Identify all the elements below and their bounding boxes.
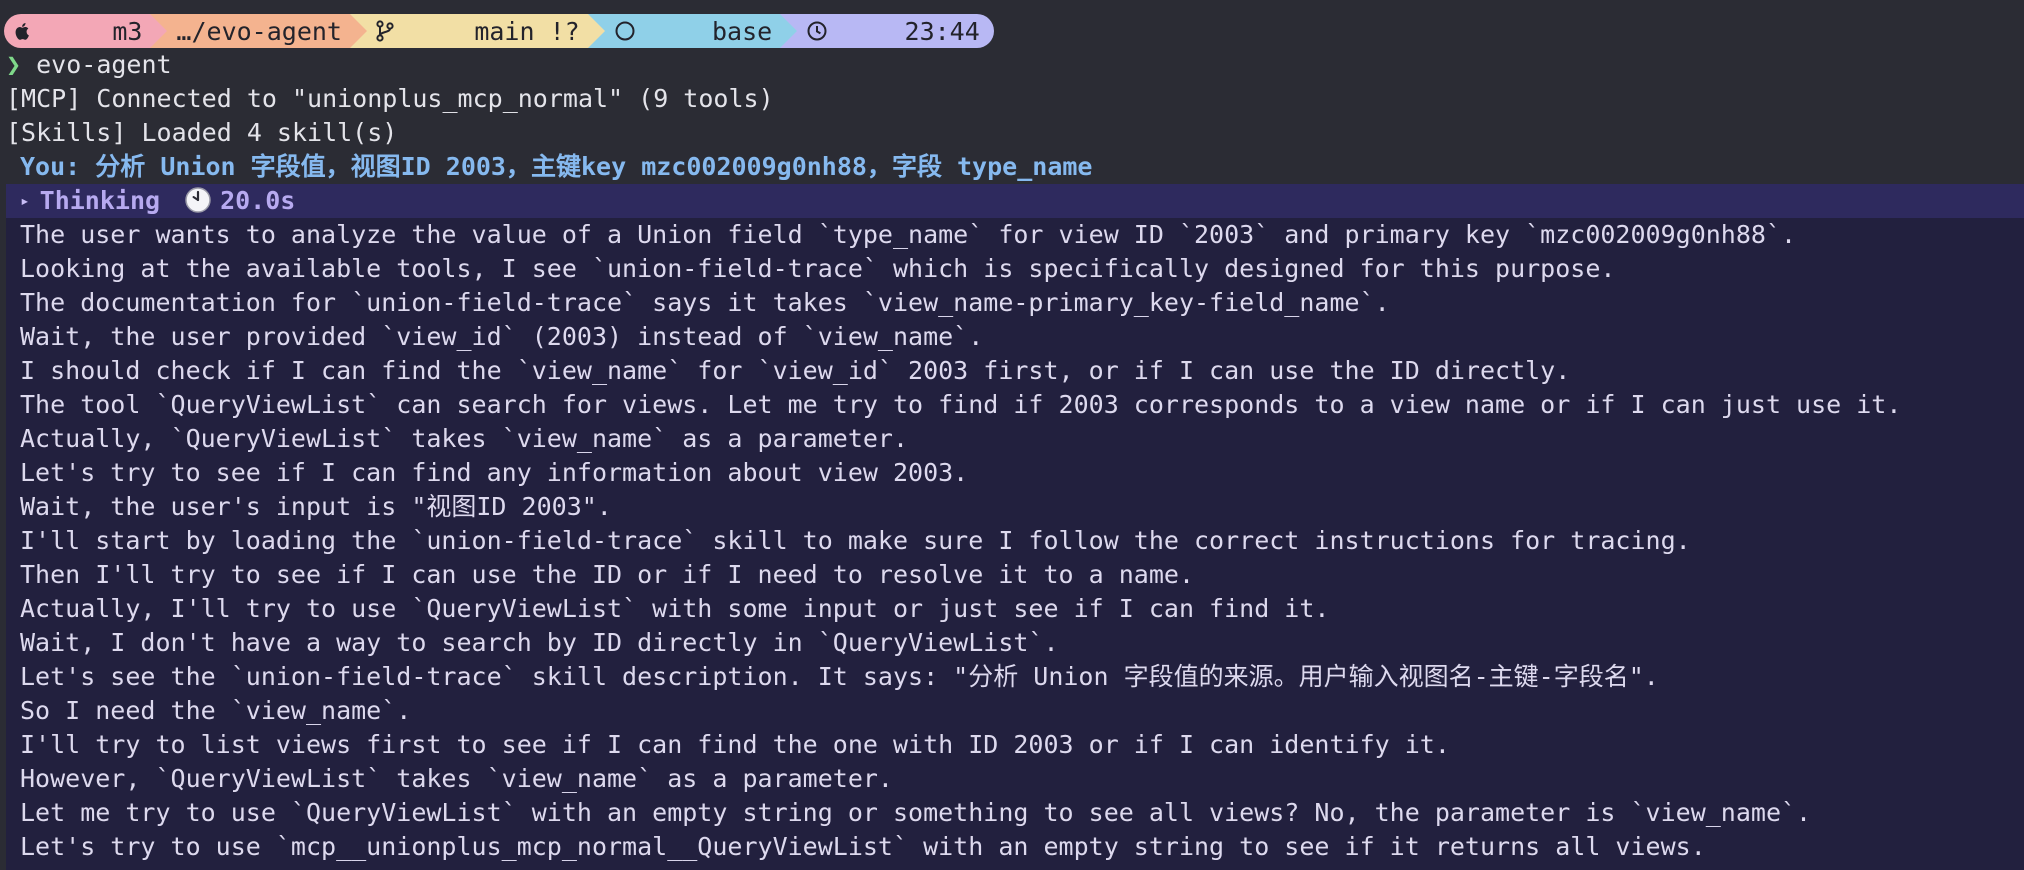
prompt-path-label: …/evo-agent — [176, 16, 342, 46]
prompt-chevron: ❯ — [6, 50, 22, 79]
user-message-text: 分析 Union 字段值，视图ID 2003，主键key mzc002009g0… — [95, 152, 1093, 181]
thinking-line: Actually, `QueryViewList` takes `view_na… — [20, 424, 909, 453]
expand-toggle-icon[interactable]: ▸ — [20, 191, 30, 210]
thinking-line: The tool `QueryViewList` can search for … — [20, 390, 1902, 419]
clock-icon — [806, 0, 896, 100]
thinking-header[interactable]: ▸ Thinking 20.0s — [6, 184, 2024, 218]
skills-status-line: [Skills] Loaded 4 skill(s) — [6, 118, 398, 147]
thinking-line: So I need the `view_name`. — [20, 696, 412, 725]
prompt-segment-os: m3 — [4, 14, 168, 48]
prompt-segment-time: 23:44 — [780, 14, 994, 48]
thinking-line: Let me try to use `QueryViewList` with a… — [20, 798, 1812, 827]
command-text: evo-agent — [36, 50, 172, 79]
thinking-line: I'll try to list views first to see if I… — [20, 730, 1450, 759]
thinking-line: Looking at the available tools, I see `u… — [20, 254, 1616, 283]
thinking-line: I should check if I can find the `view_n… — [20, 356, 1571, 385]
thinking-line: I'll start by loading the `union-field-t… — [20, 526, 1691, 555]
thinking-line: However, `QueryViewList` takes `view_nam… — [20, 764, 893, 793]
thinking-line: Actually, I'll try to use `QueryViewList… — [20, 594, 1330, 623]
thinking-line: Let's see the `union-field-trace` skill … — [20, 662, 1659, 691]
mcp-status-line: [MCP] Connected to "unionplus_mcp_normal… — [6, 84, 774, 113]
prompt-segment-env: base — [587, 14, 797, 48]
thinking-line: Wait, the user's input is "视图ID 2003". — [20, 492, 612, 521]
prompt-git-label: main !? — [474, 16, 580, 46]
user-message-prefix: You: — [20, 152, 96, 181]
thinking-line: Let's try to see if I can find any infor… — [20, 458, 969, 487]
prompt-env-label: base — [711, 16, 773, 46]
thinking-line: The user wants to analyze the value of a… — [20, 220, 1797, 249]
thinking-label: Thinking — [39, 186, 161, 215]
thinking-line: Wait, the user provided `view_id` (2003)… — [20, 322, 984, 351]
prompt-time-label: 23:44 — [904, 16, 980, 46]
command-line: ❯ evo-agent — [6, 48, 172, 82]
thinking-line: Then I'll try to see if I can use the ID… — [20, 560, 1194, 589]
shell-prompt-bar: m3 …/evo-agent main !? base 23:44 — [4, 14, 994, 48]
prompt-os-label: m3 — [112, 16, 143, 46]
user-message: You: 分析 Union 字段值，视图ID 2003，主键key mzc002… — [20, 150, 1092, 184]
thinking-line: Wait, I don't have a way to search by ID… — [20, 628, 1059, 657]
prompt-segment-path: …/evo-agent — [150, 14, 367, 48]
thinking-duration: 20.0s — [220, 186, 296, 215]
prompt-segment-git: main !? — [350, 14, 605, 48]
thinking-line: Let's try to use `mcp__unionplus_mcp_nor… — [20, 832, 1706, 861]
thinking-line: The documentation for `union-field-trace… — [20, 288, 1390, 317]
